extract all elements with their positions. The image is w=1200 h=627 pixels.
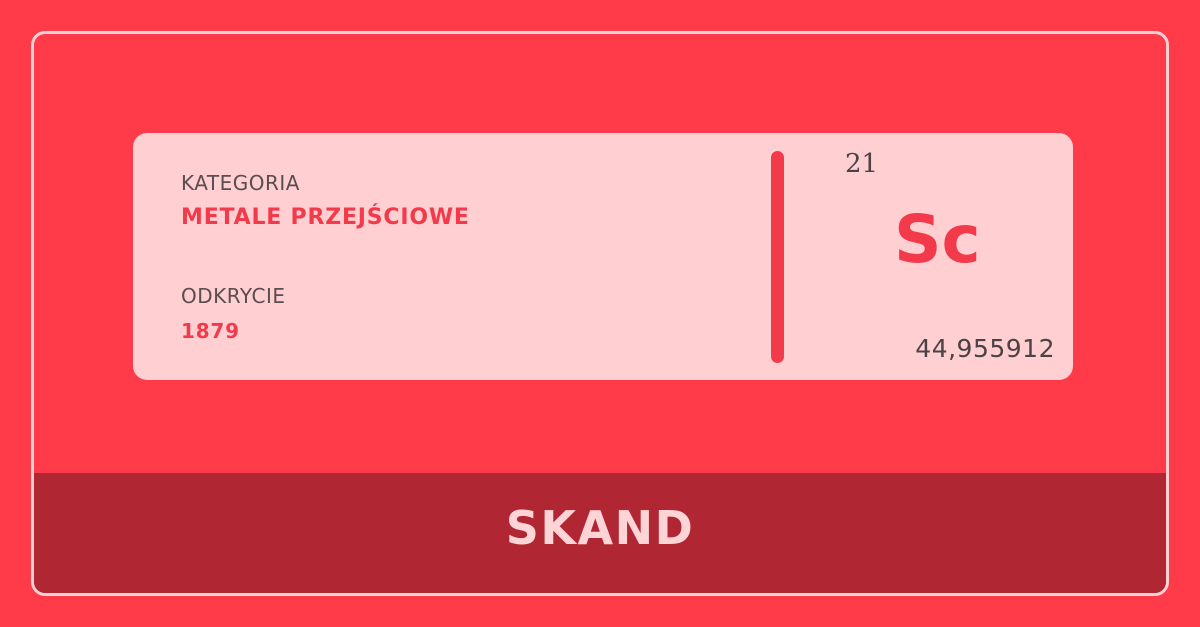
category-label: KATEGORIA: [181, 171, 300, 195]
element-symbol: Sc: [894, 201, 981, 278]
discovery-label: ODKRYCIE: [181, 284, 286, 308]
discovery-value: 1879: [181, 319, 240, 343]
atomic-number: 21: [845, 149, 879, 179]
card-divider: [771, 151, 784, 363]
element-frame: KATEGORIA METALE PRZEJŚCIOWE ODKRYCIE 18…: [31, 31, 1169, 596]
element-card: KATEGORIA METALE PRZEJŚCIOWE ODKRYCIE 18…: [133, 133, 1073, 380]
element-name: SKAND: [505, 501, 695, 555]
category-value: METALE PRZEJŚCIOWE: [181, 205, 470, 230]
atomic-mass: 44,955912: [915, 334, 1055, 363]
name-banner: SKAND: [34, 473, 1166, 593]
